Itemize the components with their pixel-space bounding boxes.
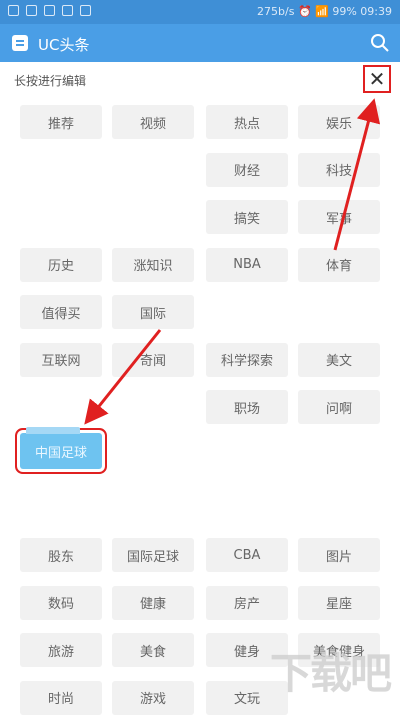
- channel-chip[interactable]: 问啊: [298, 390, 380, 424]
- channel-chip[interactable]: 旅游: [20, 633, 102, 667]
- drag-handle: [26, 427, 80, 434]
- dragging-channel-chip[interactable]: 中国足球: [20, 427, 102, 469]
- channel-chip[interactable]: 时尚: [20, 680, 102, 715]
- channel-chip[interactable]: 科技: [298, 152, 380, 187]
- channel-chip[interactable]: 体育: [298, 247, 380, 282]
- channel-chip[interactable]: CBA: [206, 538, 288, 572]
- channel-chip[interactable]: 游戏: [112, 680, 194, 715]
- status-info: 275b/s ⏰ 📶 99% 09:39: [257, 5, 392, 18]
- app-title: UC头条: [38, 36, 90, 54]
- channel-chip[interactable]: 热点: [206, 105, 288, 139]
- channel-chip[interactable]: 涨知识: [112, 247, 194, 282]
- channel-chip[interactable]: 军事: [298, 200, 380, 234]
- channel-chip[interactable]: 房产: [206, 585, 288, 620]
- channel-chip[interactable]: 数码: [20, 585, 102, 620]
- dragging-channel-label: 中国足球: [34, 445, 87, 461]
- search-icon[interactable]: [370, 33, 390, 53]
- channel-chip[interactable]: 值得买: [20, 295, 102, 329]
- status-bar: 275b/s ⏰ 📶 99% 09:39: [0, 0, 400, 24]
- channel-chip[interactable]: 职场: [206, 390, 288, 424]
- edit-hint-text: 长按进行编辑: [14, 74, 87, 88]
- channel-chip[interactable]: 娱乐: [298, 105, 380, 139]
- app-header: UC头条: [0, 24, 400, 62]
- channel-chip[interactable]: 推荐: [20, 105, 102, 139]
- channel-chip[interactable]: 互联网: [20, 342, 102, 377]
- channel-chip[interactable]: 国际足球: [112, 538, 194, 572]
- channel-chip[interactable]: 股东: [20, 538, 102, 572]
- channel-chip[interactable]: 星座: [298, 585, 380, 620]
- channel-chip[interactable]: 科学探索: [206, 342, 288, 377]
- channel-chip[interactable]: NBA: [206, 247, 288, 282]
- notification-icons: [8, 5, 91, 16]
- channel-chip[interactable]: 健康: [112, 585, 194, 620]
- channel-chip[interactable]: 图片: [298, 538, 380, 572]
- channel-chip[interactable]: 搞笑: [206, 200, 288, 234]
- channel-chip[interactable]: 美文: [298, 342, 380, 377]
- channel-chip[interactable]: 奇闻: [112, 342, 194, 377]
- uc-logo-icon: [12, 35, 28, 51]
- watermark-logo: 下载吧: [269, 649, 392, 698]
- channel-chip[interactable]: 国际: [112, 295, 194, 329]
- channel-chip[interactable]: 视频: [112, 105, 194, 139]
- close-editor-button[interactable]: ✕: [363, 65, 391, 93]
- channel-chip[interactable]: 财经: [206, 152, 288, 187]
- channel-chip[interactable]: 美食: [112, 633, 194, 667]
- channel-chip[interactable]: 历史: [20, 247, 102, 282]
